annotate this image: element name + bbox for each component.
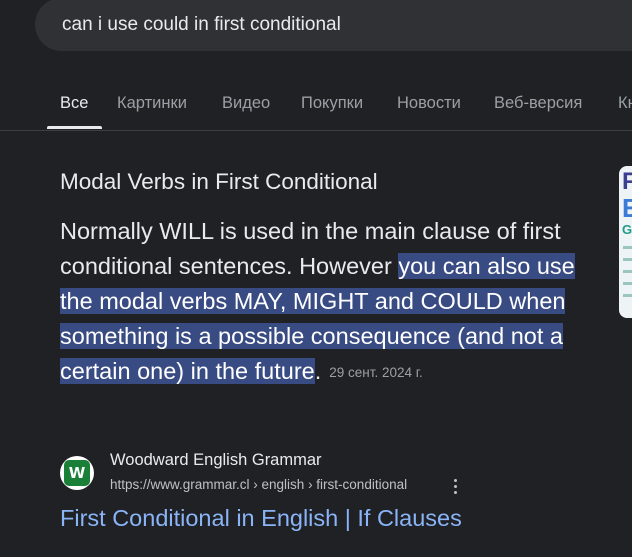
source-site-name[interactable]: Woodward English Grammar (110, 451, 322, 470)
more-vert-icon[interactable] (447, 476, 463, 496)
search-input[interactable] (62, 13, 622, 36)
tab-news[interactable]: Новости (397, 78, 461, 128)
thumbnail-decoration (623, 294, 632, 297)
tab-web[interactable]: Веб-версия (494, 78, 582, 128)
kebab-dot (453, 478, 457, 482)
thumbnail-decoration (623, 282, 632, 285)
snippet-text-end: . (314, 358, 322, 384)
thumbnail-letter: GI (622, 222, 632, 237)
result-title-link[interactable]: First Conditional in English | If Clause… (60, 505, 462, 532)
snippet-heading: Modal Verbs in First Conditional (60, 169, 378, 194)
tab-all[interactable]: Все (60, 78, 88, 128)
source-url[interactable]: https://www.grammar.cl › english › first… (110, 477, 407, 492)
woodward-favicon-icon[interactable]: W (60, 456, 94, 490)
snippet-date: 29 сент. 2024 г. (329, 365, 423, 380)
snippet-text: Normally WILL is used in the main clause… (60, 214, 580, 390)
tab-images[interactable]: Картинки (117, 78, 187, 128)
tab-videos[interactable]: Видео (222, 78, 270, 128)
thumbnail-decoration (623, 258, 632, 261)
search-tabs: Все Картинки Видео Покупки Новости Веб-в… (0, 78, 632, 131)
tab-shopping[interactable]: Покупки (301, 78, 363, 128)
search-bar[interactable] (35, 0, 632, 51)
kebab-dot (453, 484, 457, 488)
active-tab-indicator (47, 126, 102, 129)
thumbnail-letter: E (622, 193, 632, 223)
thumbnail-decoration (623, 270, 632, 273)
favicon-letter: W (64, 460, 90, 486)
thumbnail-letter: F (622, 168, 632, 195)
snippet-thumbnail-image[interactable]: F E GI (619, 166, 632, 318)
search-results-page: Все Картинки Видео Покупки Новости Веб-в… (0, 0, 632, 557)
thumbnail-decoration (623, 246, 632, 249)
kebab-dot (453, 490, 457, 494)
tab-books[interactable]: Кн (618, 78, 632, 128)
